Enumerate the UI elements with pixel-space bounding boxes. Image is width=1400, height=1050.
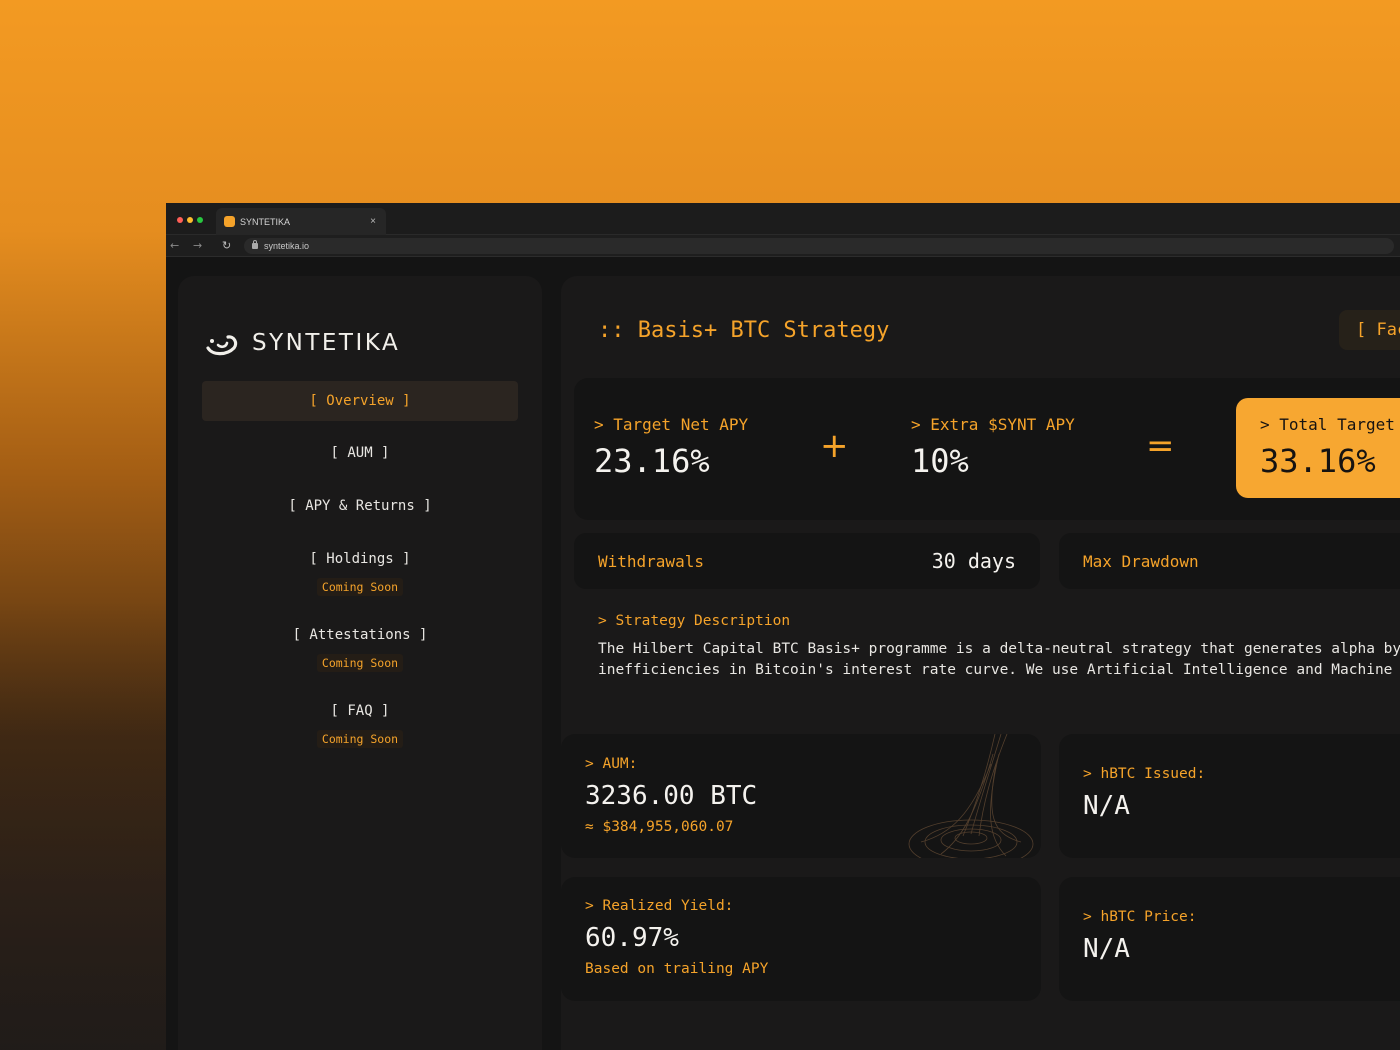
factsheet-button[interactable]: [ Fac (1339, 310, 1400, 350)
coming-soon-badge: Coming Soon (316, 578, 404, 596)
sidebar: SYNTETIKA [ Overview ] [ AUM ] [ APY & R… (178, 276, 542, 1050)
tab-bar: SYNTETIKA × (166, 203, 1400, 235)
sidebar-nav: [ Overview ] [ AUM ] [ APY & Returns ] [… (202, 381, 518, 748)
logo[interactable]: SYNTETIKA (204, 328, 400, 358)
hbtc-issued-card: > hBTC Issued: N/A (1059, 734, 1400, 858)
minimize-window-dot[interactable] (187, 217, 193, 223)
app-content: SYNTETIKA [ Overview ] [ AUM ] [ APY & R… (166, 258, 1400, 1050)
lock-icon (252, 240, 258, 249)
reload-icon[interactable]: ↻ (222, 239, 231, 252)
withdrawals-value: 30 days (931, 549, 1016, 573)
realized-yield-card: > Realized Yield: 60.97% Based on traili… (561, 877, 1041, 1001)
apy-panel: > Target Net APY 23.16% + > Extra $SYNT … (574, 378, 1400, 520)
sidebar-item-overview[interactable]: [ Overview ] (202, 381, 518, 421)
total-apy-card: > Total Target 33.16% (1236, 398, 1400, 498)
coming-soon-badge: Coming Soon (316, 654, 404, 672)
coming-soon-badge: Coming Soon (316, 730, 404, 748)
strategy-description: > Strategy Description The Hilbert Capit… (598, 613, 1400, 681)
description-heading: > Strategy Description (598, 613, 791, 629)
sidebar-item-apy-returns[interactable]: [ APY & Returns ] (202, 498, 518, 514)
max-drawdown-label: Max Drawdown (1083, 551, 1199, 571)
sidebar-item-label: [ Attestations ] (292, 627, 428, 643)
aum-card: > AUM: 3236.00 BTC ≈ $384,955,060.07 (561, 734, 1041, 858)
favicon-icon (224, 216, 235, 227)
target-apy: > Target Net APY 23.16% (594, 415, 748, 480)
forward-arrow-icon[interactable]: → (193, 239, 202, 252)
main-panel: :: Basis+ BTC Strategy [ Fac > Target Ne… (561, 276, 1400, 1050)
sidebar-item-label: [ APY & Returns ] (288, 498, 432, 514)
sidebar-item-label: [ FAQ ] (330, 703, 390, 719)
total-apy-value: 33.16% (1260, 442, 1376, 480)
extra-apy-value: 10% (911, 442, 969, 480)
browser-window: SYNTETIKA × ← → ↻ syntetika.io SYNTETIKA (166, 203, 1400, 1050)
target-apy-value: 23.16% (594, 442, 710, 480)
extra-apy-label: > Extra $SYNT APY (911, 415, 1075, 434)
hbtc-price-value: N/A (1083, 934, 1130, 964)
sidebar-item-holdings[interactable]: [ Holdings ] Coming Soon (202, 551, 518, 596)
extra-apy: > Extra $SYNT APY 10% (911, 415, 1075, 480)
back-arrow-icon[interactable]: ← (170, 239, 179, 252)
description-line-1: The Hilbert Capital BTC Basis+ programme… (598, 641, 1400, 657)
withdrawals-card: Withdrawals 30 days (574, 533, 1040, 589)
realized-yield-value: 60.97% (585, 923, 679, 953)
description-line-2: inefficiencies in Bitcoin's interest rat… (598, 662, 1400, 678)
aum-value: 3236.00 BTC (585, 781, 758, 811)
address-bar: ← → ↻ syntetika.io (166, 235, 1400, 257)
plus-icon: + (820, 426, 849, 466)
hbtc-issued-value: N/A (1083, 791, 1130, 821)
sidebar-item-label: [ Overview ] (309, 393, 411, 409)
logo-swirl-icon (206, 335, 238, 356)
realized-yield-label: > Realized Yield: (585, 898, 734, 914)
hbtc-price-card: > hBTC Price: N/A (1059, 877, 1400, 1001)
browser-tab[interactable]: SYNTETIKA × (216, 208, 386, 235)
close-window-dot[interactable] (177, 217, 183, 223)
sidebar-item-label: [ Holdings ] (309, 551, 411, 567)
equals-icon: = (1146, 426, 1175, 466)
aum-label: > AUM: (585, 756, 638, 772)
sidebar-item-label: [ AUM ] (330, 445, 390, 461)
max-drawdown-card: Max Drawdown (1059, 533, 1400, 589)
url-text: syntetika.io (264, 241, 310, 251)
url-input[interactable]: syntetika.io (244, 238, 1394, 254)
wireframe-funnel-graphic (908, 734, 1034, 858)
maximize-window-dot[interactable] (197, 217, 203, 223)
withdrawals-label: Withdrawals (598, 551, 704, 571)
logo-text: SYNTETIKA (252, 330, 401, 356)
total-apy-label: > Total Target (1260, 415, 1395, 434)
realized-yield-note: Based on trailing APY (585, 961, 769, 977)
tab-title: SYNTETIKA (240, 216, 291, 227)
aum-usd-value: ≈ $384,955,060.07 (585, 819, 734, 835)
sidebar-item-aum[interactable]: [ AUM ] (202, 445, 518, 461)
sidebar-item-faq[interactable]: [ FAQ ] Coming Soon (202, 703, 518, 748)
tab-close-icon[interactable]: × (370, 216, 376, 227)
background-shade (0, 600, 170, 1050)
hbtc-price-label: > hBTC Price: (1083, 909, 1197, 925)
hbtc-issued-label: > hBTC Issued: (1083, 766, 1206, 782)
target-apy-label: > Target Net APY (594, 415, 749, 434)
page-title: :: Basis+ BTC Strategy (598, 318, 890, 343)
sidebar-item-attestations[interactable]: [ Attestations ] Coming Soon (202, 627, 518, 672)
